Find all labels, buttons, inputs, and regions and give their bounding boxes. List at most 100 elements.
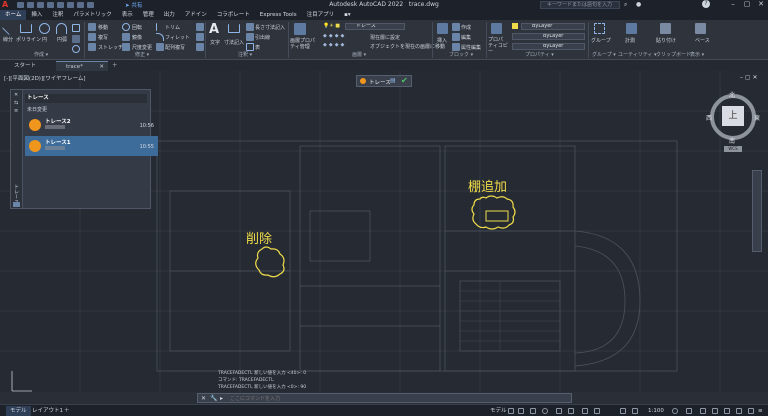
viewport-controls[interactable]: [-][平面図(2D)][ワイヤフレーム] (4, 74, 86, 82)
help-icon[interactable]: ? (702, 0, 710, 8)
edit-attributes-button[interactable]: 属性編集 (461, 44, 481, 51)
scale-icon[interactable] (122, 43, 130, 51)
create-block-button[interactable]: 作成 (461, 24, 471, 31)
base-view-button[interactable]: ベース (695, 37, 710, 44)
plus-icon[interactable] (686, 408, 692, 414)
rectangle-icon[interactable] (72, 24, 80, 32)
base-view-icon[interactable] (695, 23, 706, 34)
match-properties-button[interactable]: プロパティコピー (488, 37, 508, 55)
clean-screen-icon[interactable] (748, 408, 754, 414)
erase-icon[interactable] (196, 23, 204, 31)
hatch-icon[interactable] (72, 35, 80, 43)
linear-dim-button[interactable]: 長さ寸法記入 (255, 24, 285, 31)
lineweight-icon[interactable] (582, 408, 588, 414)
edit-block-icon[interactable] (452, 33, 460, 41)
trim-icon[interactable] (156, 23, 164, 31)
menu-tab-featured-apps[interactable]: 注目アプリ (302, 10, 340, 20)
measure-button[interactable]: 計測 (625, 37, 635, 44)
command-input[interactable] (230, 395, 565, 402)
annotation-visibility-icon[interactable] (620, 408, 626, 414)
trim-button[interactable]: トリム (165, 24, 180, 31)
fillet-button[interactable]: フィレット (165, 34, 190, 41)
model-layout-tab[interactable]: モデル (6, 406, 31, 416)
array-button[interactable]: 配列複写 (165, 44, 185, 51)
insert-icon[interactable] (437, 23, 448, 34)
polyline-icon[interactable] (20, 24, 32, 33)
menu-tab-more[interactable]: ▪▾ (339, 10, 356, 20)
edit-attributes-icon[interactable] (452, 43, 460, 51)
viewcube-south[interactable]: 南 (729, 136, 735, 145)
make-current-button[interactable]: 現在層に設定 (370, 34, 400, 41)
autoscale-icon[interactable] (632, 408, 638, 414)
insert-button[interactable]: 挿入 (437, 37, 447, 44)
quick-properties-icon[interactable] (712, 408, 718, 414)
fillet-icon[interactable] (156, 33, 164, 41)
palette-autohide-icon[interactable]: ⇆ (14, 100, 18, 106)
copy-icon[interactable] (88, 33, 96, 41)
new-tab-button[interactable]: ＋ (108, 61, 118, 71)
ortho-icon[interactable] (530, 408, 536, 414)
object-snap-icon[interactable] (568, 408, 574, 414)
layers-group-label[interactable]: 画層 ▾ (352, 51, 366, 58)
circle-button[interactable]: 円 (42, 36, 47, 43)
explode-icon[interactable] (196, 33, 204, 41)
mirror-button[interactable]: 鏡像 (132, 34, 142, 41)
wcs-menu[interactable]: WCS (724, 146, 742, 152)
layer-properties-button[interactable]: 画層プロパティ管理 (290, 38, 320, 50)
minimize-button[interactable]: – (726, 0, 740, 10)
polyline-button[interactable]: ポリライン (16, 36, 41, 43)
menu-tab-manage[interactable]: 管理 (138, 10, 159, 20)
close-button[interactable]: ✕ (754, 0, 768, 10)
array-icon[interactable] (156, 43, 164, 51)
menu-tab-output[interactable]: 出力 (159, 10, 180, 20)
leader-icon[interactable] (246, 33, 254, 41)
rotate-button[interactable]: 回転 (132, 24, 142, 31)
move-icon[interactable] (88, 23, 96, 31)
measure-icon[interactable] (626, 23, 637, 34)
create-block-icon[interactable] (452, 23, 460, 31)
match-layer-button[interactable]: オブジェクトを現在の画層に移動 (370, 43, 445, 50)
command-recent-icon[interactable]: ▸ (220, 395, 223, 402)
ellipse-icon[interactable] (72, 45, 80, 53)
draw-group-label[interactable]: 作成 ▾ (34, 51, 48, 58)
text-icon[interactable]: A (209, 22, 219, 37)
command-close-icon[interactable]: ✕ (201, 395, 206, 402)
viewcube-east[interactable]: 東 (754, 113, 760, 122)
viewport-window-controls[interactable]: – ▢ ✕ (740, 74, 758, 81)
search-input[interactable]: キーワードまたは語句を入力 (540, 1, 620, 9)
circle-icon[interactable] (39, 23, 50, 34)
trace-settings-icon[interactable]: ▤ (390, 77, 396, 84)
command-settings-icon[interactable]: 🔧 (210, 395, 217, 402)
trace-list-item[interactable]: トレース2 10:56 (25, 115, 158, 135)
menu-tab-addins[interactable]: アドイン (180, 10, 212, 20)
linear-dim-icon[interactable] (246, 23, 254, 31)
stretch-button[interactable]: ストレッチ (98, 44, 123, 51)
units-icon[interactable] (700, 408, 706, 414)
clipboard-group-label[interactable]: クリップボード (656, 51, 691, 58)
move-button[interactable]: 移動 (98, 24, 108, 31)
trace-list-item-selected[interactable]: トレース1 10:55 (25, 136, 158, 156)
table-button[interactable]: 表 (255, 44, 260, 51)
match-properties-icon[interactable] (491, 23, 502, 34)
palette-close-icon[interactable]: ✕ (14, 92, 18, 98)
isolate-objects-icon[interactable] (724, 408, 730, 414)
paste-button[interactable]: 貼り付け (656, 37, 676, 44)
viewcube-top-face[interactable]: 上 (722, 106, 744, 126)
view-group-label[interactable]: 表示 ▾ (690, 51, 704, 58)
palette-properties-icon[interactable]: ≡ (14, 108, 18, 114)
leader-button[interactable]: 引出線 (255, 34, 270, 41)
palette-scroll-handle[interactable] (13, 202, 20, 207)
grid-icon[interactable] (508, 408, 514, 414)
offset-icon[interactable] (196, 43, 204, 51)
menu-tab-annotate[interactable]: 注釈 (47, 10, 68, 20)
group-button[interactable]: グループ (591, 37, 611, 44)
block-group-label[interactable]: ブロック ▾ (449, 51, 473, 58)
arc-button[interactable]: 円弧 (57, 36, 67, 43)
add-layout-button[interactable]: ＋ (60, 406, 74, 416)
menu-tab-insert[interactable]: 挿入 (26, 10, 47, 20)
edit-block-button[interactable]: 編集 (461, 34, 471, 41)
search-icon[interactable]: ⌕ (624, 1, 627, 9)
lineweight-dropdown[interactable]: ByLayer (512, 43, 585, 50)
menu-tab-home[interactable]: ホーム (0, 10, 27, 20)
isodraft-icon[interactable] (556, 408, 562, 414)
